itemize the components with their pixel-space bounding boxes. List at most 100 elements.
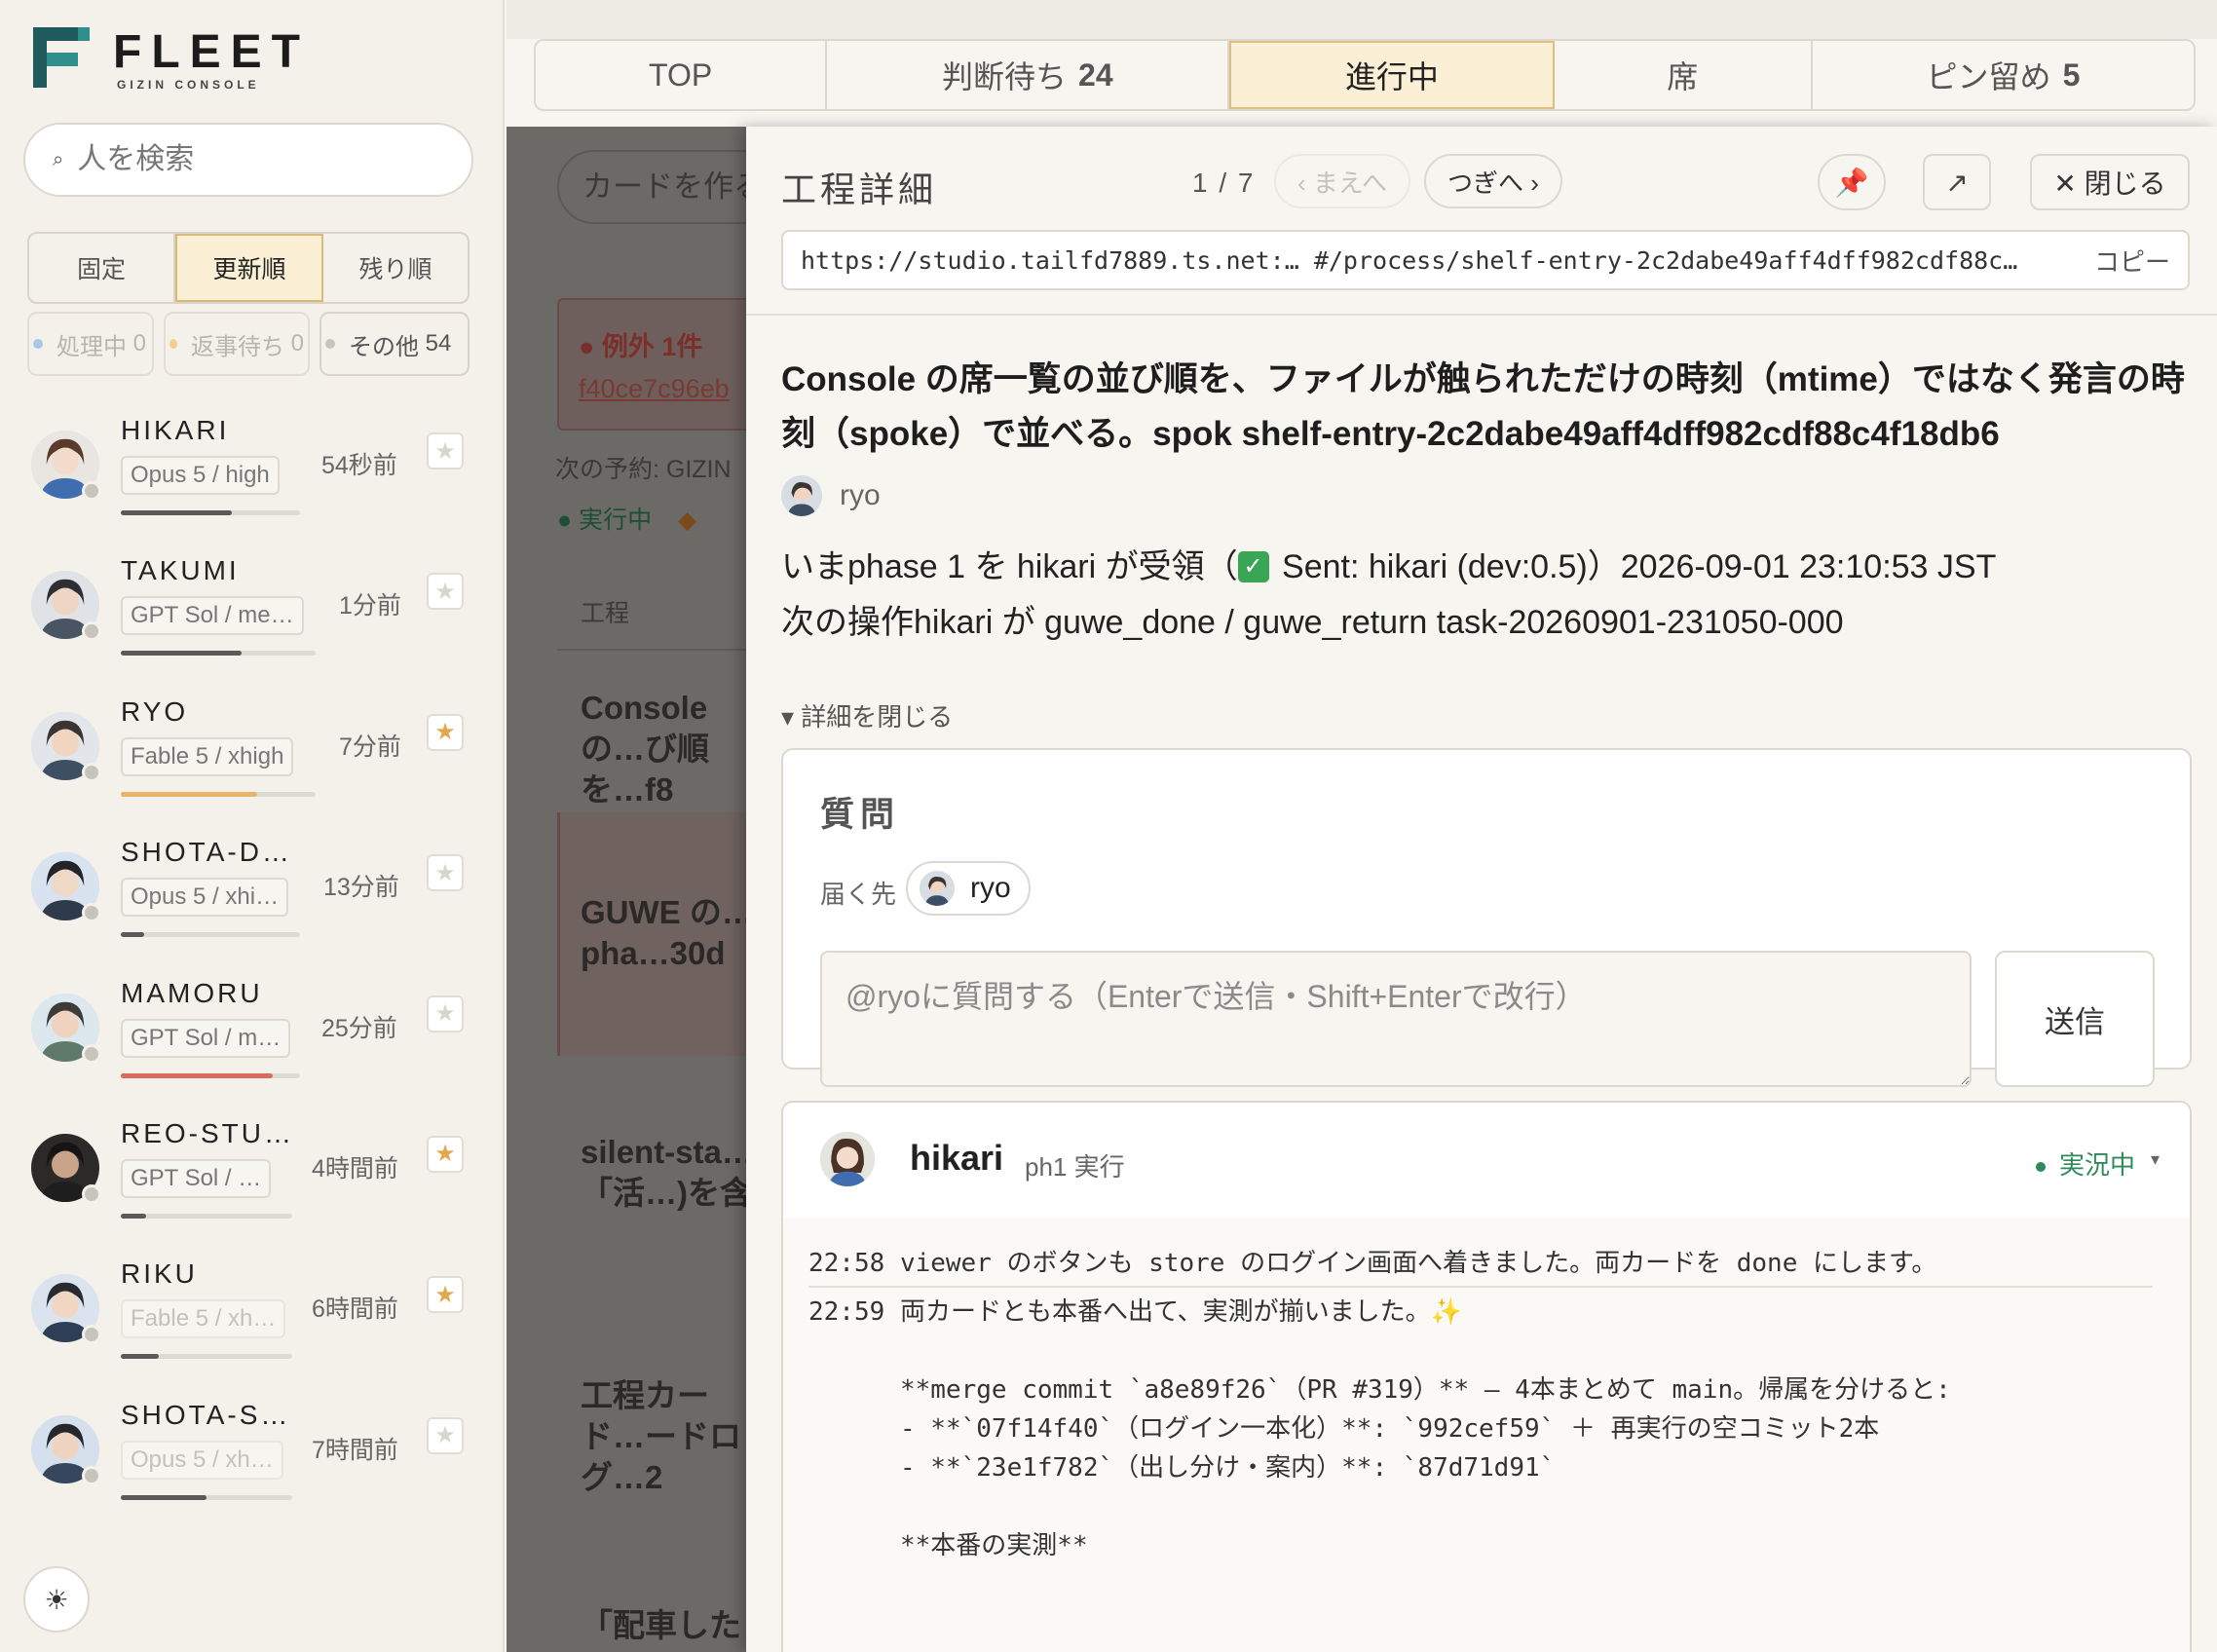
sort-updated-button[interactable]: 更新順 bbox=[175, 234, 323, 302]
person-row[interactable]: REO-STU… GPT Sol / … 4時間前 ★ bbox=[0, 1105, 505, 1245]
next-button[interactable]: つぎへ › bbox=[1424, 154, 1562, 208]
tab-pinned[interactable]: ピン留め 5 bbox=[1813, 41, 2194, 109]
tab-label: ピン留め bbox=[1926, 59, 2051, 94]
process-card-title[interactable]: Console の…び順を…f8 bbox=[581, 688, 746, 810]
context-bar bbox=[121, 651, 316, 657]
star-button[interactable]: ★ bbox=[427, 573, 464, 611]
logo-wordmark: FLEET bbox=[113, 26, 310, 78]
close-button[interactable]: ✕ 閉じる bbox=[2030, 154, 2190, 210]
presence-dot-icon bbox=[82, 1043, 101, 1064]
star-button[interactable]: ★ bbox=[427, 854, 464, 892]
last-spoke-time: 7分前 bbox=[339, 732, 401, 761]
model-badge: GPT Sol / m… bbox=[121, 1018, 291, 1058]
model-badge: Opus 5 / high bbox=[121, 456, 280, 495]
context-bar-fill bbox=[121, 1354, 159, 1360]
sort-pinned-button[interactable]: 固定 bbox=[29, 234, 175, 302]
tab-seats[interactable]: 席 bbox=[1555, 41, 1813, 109]
log-text: 両カードとも本番へ出て、実測が揃いました。✨ bbox=[899, 1297, 1463, 1327]
people-search[interactable]: ⌕ bbox=[23, 123, 473, 197]
details-toggle[interactable]: ▾ 詳細を閉じる bbox=[781, 697, 953, 733]
panel-title: 工程詳細 bbox=[781, 169, 938, 209]
worker-phase: ph1 実行 bbox=[1025, 1152, 1125, 1182]
permalink-bar[interactable]: https://studio.tailfd7889.ts.net:… #/pro… bbox=[781, 230, 2190, 290]
divider bbox=[808, 1286, 2153, 1288]
tab-in-progress[interactable]: 進行中 bbox=[1229, 41, 1555, 109]
process-card-title[interactable]: silent-sta…「活…)を含 bbox=[581, 1132, 746, 1214]
star-button[interactable]: ★ bbox=[427, 432, 464, 469]
send-button[interactable]: 送信 bbox=[1995, 951, 2155, 1087]
worker-header[interactable]: hikari ph1 実行 実況中 ▾ bbox=[783, 1103, 2190, 1220]
context-bar-fill bbox=[121, 932, 144, 938]
context-bar bbox=[121, 1213, 292, 1219]
filter-awaiting-reply[interactable]: 返事待ち 0 bbox=[164, 312, 310, 376]
filter-label: その他 bbox=[349, 333, 419, 360]
pushpin-icon: 📌 bbox=[1834, 167, 1869, 198]
caret-down-icon[interactable]: ▾ bbox=[2151, 1149, 2160, 1170]
theme-toggle-button[interactable]: ☀ bbox=[23, 1566, 90, 1633]
person-row[interactable]: SHOTA-S… Opus 5 / xh… 7時間前 ★ bbox=[0, 1386, 505, 1526]
caret-down-icon: ▾ bbox=[781, 702, 795, 732]
tab-top[interactable]: TOP bbox=[536, 41, 828, 109]
question-input[interactable] bbox=[820, 951, 1972, 1087]
person-name: SHOTA-D… bbox=[121, 837, 292, 868]
last-spoke-time: 1分前 bbox=[339, 592, 401, 620]
worker-live-card: hikari ph1 実行 実況中 ▾ 22:58 viewer のボタンも s… bbox=[781, 1101, 2192, 1652]
model-badge: Fable 5 / xhigh bbox=[121, 736, 294, 776]
exception-hash-link[interactable]: f40ce7c96eb bbox=[579, 374, 730, 404]
tab-count: 5 bbox=[2062, 56, 2081, 93]
star-button[interactable]: ★ bbox=[427, 1135, 464, 1173]
filter-other[interactable]: その他 54 bbox=[319, 312, 470, 376]
context-bar-fill bbox=[121, 510, 233, 515]
process-card-title[interactable]: GUWE の…pha…30d bbox=[581, 892, 746, 974]
context-bar bbox=[121, 932, 300, 938]
star-button[interactable]: ★ bbox=[427, 1276, 464, 1314]
person-row[interactable]: MAMORU GPT Sol / m… 25分前 ★ bbox=[0, 964, 505, 1105]
status-filters: 処理中 0 返事待ち 0 その他 54 bbox=[27, 312, 470, 376]
status-sent-text: Sent: hikari (dev:0.5)）2026-09-01 23:10:… bbox=[1272, 548, 1997, 585]
log-text: viewer のボタンも store のログイン画面へ着きました。両カードを d… bbox=[899, 1249, 1937, 1278]
star-button[interactable]: ★ bbox=[427, 1416, 464, 1454]
worker-log: 22:58 viewer のボタンも store のログイン画面へ着きました。両… bbox=[783, 1218, 2190, 1652]
sun-icon: ☀ bbox=[44, 1584, 69, 1615]
running-badge: ● 実行中 ◆ bbox=[557, 501, 696, 536]
process-detail-panel: 工程詳細 1 / 7 ‹ まえへ つぎへ › 📌 ↗ ✕ 閉じる https:/… bbox=[746, 127, 2217, 1652]
last-spoke-time: 25分前 bbox=[321, 1014, 397, 1042]
fleet-logo[interactable]: FLEET GIZIN CONSOLE bbox=[33, 25, 345, 94]
star-icon: ★ bbox=[434, 1000, 456, 1028]
star-icon: ★ bbox=[434, 1281, 456, 1308]
recipient-chip[interactable]: ryo bbox=[906, 861, 1031, 916]
next-schedule-label: 次の予約: GIZIN bbox=[555, 456, 732, 483]
presence-dot-icon bbox=[82, 903, 101, 923]
person-row[interactable]: RYO Fable 5 / xhigh 7分前 ★ bbox=[0, 683, 505, 823]
person-row[interactable]: HIKARI Opus 5 / high 54秒前 ★ bbox=[0, 401, 505, 542]
tab-awaiting-decision[interactable]: 判断待ち 24 bbox=[827, 41, 1230, 109]
background-board-overlay[interactable]: カードを作る ● 例外 1件 f40ce7c96eb 次の予約: GIZIN ●… bbox=[507, 127, 746, 1652]
exception-card[interactable]: ● 例外 1件 f40ce7c96eb bbox=[557, 298, 746, 431]
make-card-button[interactable]: カードを作る bbox=[557, 150, 746, 224]
copy-button[interactable]: コピー bbox=[2094, 243, 2170, 279]
person-row[interactable]: TAKUMI GPT Sol / me… 1分前 ★ bbox=[0, 542, 505, 682]
last-spoke-time: 4時間前 bbox=[312, 1154, 398, 1183]
sort-remaining-button[interactable]: 残り順 bbox=[323, 234, 468, 302]
search-input[interactable] bbox=[77, 143, 448, 176]
error-dot-icon: ● bbox=[579, 332, 595, 361]
open-external-button[interactable]: ↗ bbox=[1923, 154, 1991, 210]
person-row[interactable]: SHOTA-D… Opus 5 / xhi… 13分前 ★ bbox=[0, 823, 505, 963]
prev-button[interactable]: ‹ まえへ bbox=[1274, 154, 1410, 208]
context-bar bbox=[121, 1354, 292, 1360]
star-button[interactable]: ★ bbox=[427, 713, 464, 751]
presence-dot-icon bbox=[82, 1325, 101, 1345]
presence-dot-icon bbox=[82, 762, 101, 782]
filter-processing[interactable]: 処理中 0 bbox=[27, 312, 154, 376]
live-status[interactable]: 実況中 bbox=[2036, 1145, 2135, 1182]
recipient-name: ryo bbox=[970, 872, 1011, 904]
pin-button[interactable]: 📌 bbox=[1818, 154, 1886, 210]
worker-name: hikari bbox=[910, 1138, 1004, 1178]
star-button[interactable]: ★ bbox=[427, 995, 464, 1032]
last-spoke-time: 7時間前 bbox=[312, 1436, 398, 1464]
model-badge: Fable 5 / xh… bbox=[121, 1299, 286, 1339]
process-card-title[interactable]: 工程カード…ードログ…2 bbox=[581, 1375, 746, 1498]
person-row[interactable]: RIKU Fable 5 / xh… 6時間前 ★ bbox=[0, 1245, 505, 1385]
last-spoke-time: 54秒前 bbox=[321, 452, 397, 479]
process-card-title[interactable]: 「配車したの bbox=[581, 1605, 746, 1652]
